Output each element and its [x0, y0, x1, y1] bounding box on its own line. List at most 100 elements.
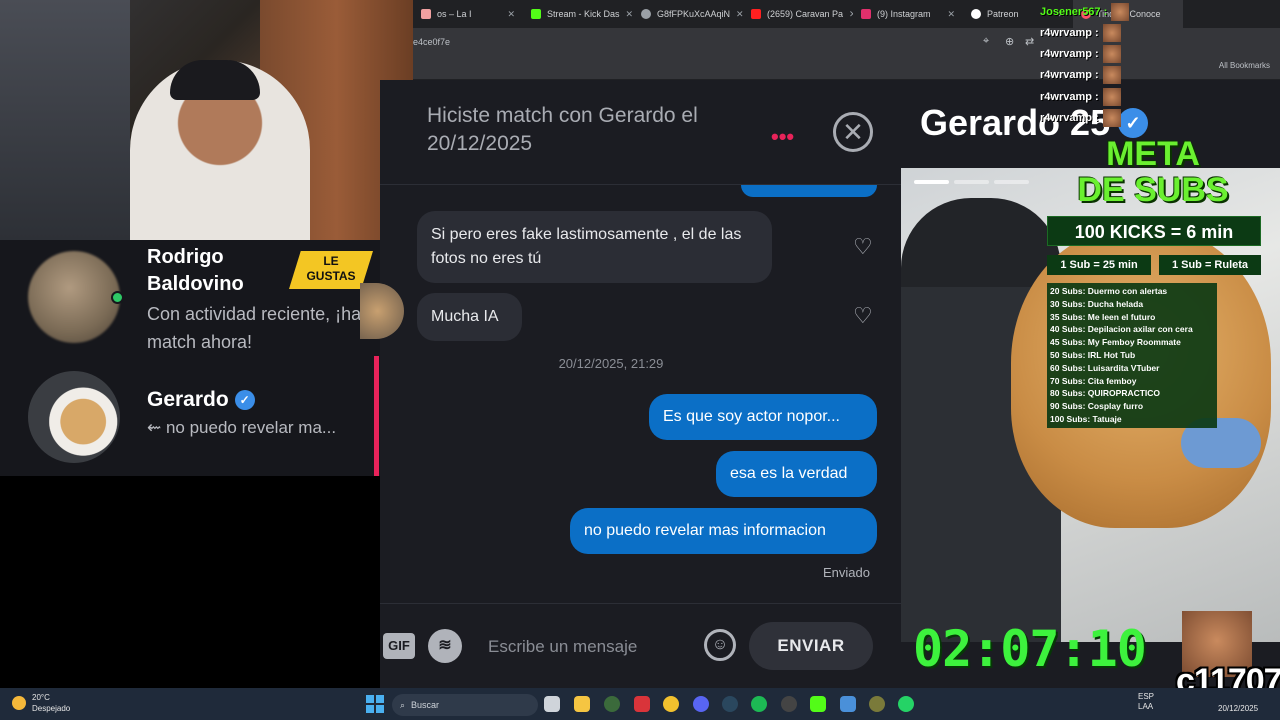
url-text: e4ce0f7e — [413, 37, 451, 47]
sub-goal-heading-line2: DE SUBS — [1077, 171, 1229, 209]
stream-chat-user: r4wrvamp : — [1040, 48, 1099, 60]
message-timestamp: 20/12/2025, 21:29 — [558, 356, 664, 371]
keyboard-layout: LAA — [1138, 702, 1154, 711]
app-icon[interactable] — [869, 696, 885, 712]
browser-tab[interactable]: Stream - Kick Das ✕ — [523, 0, 633, 28]
gif-button[interactable]: GIF — [383, 633, 415, 659]
emoji-icon[interactable]: ☺ — [704, 629, 736, 661]
match-name-gerardo-label: Gerardo — [147, 388, 229, 411]
stream-chat-user: r4wrvamp : — [1040, 27, 1099, 39]
close-chat-icon[interactable]: ✕ — [833, 112, 873, 152]
stream-chat-line: r4wrvamp : — [1040, 24, 1121, 42]
stream-chat-overlay: Josener567 : r4wrvamp : r4wrvamp : r4wrv… — [1040, 0, 1160, 130]
language-code: ESP — [1138, 692, 1155, 701]
active-conversation-indicator — [374, 356, 379, 476]
all-bookmarks-button[interactable]: All Bookmarks — [1219, 61, 1270, 70]
webcam-overlay — [0, 0, 413, 240]
zoom-icon[interactable]: ⊕ — [1005, 35, 1014, 48]
stream-chat-line: r4wrvamp : — [1040, 66, 1121, 84]
app-icon[interactable] — [634, 696, 650, 712]
file-explorer-icon[interactable] — [574, 696, 590, 712]
sub-goals-list: 20 Subs: Duermo con alertas 30 Subs: Duc… — [1047, 283, 1217, 428]
obs-icon[interactable] — [781, 696, 797, 712]
like-message-heart-icon[interactable]: ♡ — [853, 303, 873, 329]
spotify-icon[interactable]: ≋ — [428, 629, 462, 663]
sub-rate-roulette: 1 Sub = Ruleta — [1159, 255, 1261, 275]
more-options-icon[interactable]: ••• — [771, 124, 794, 150]
close-tab-icon[interactable]: ✕ — [947, 9, 955, 20]
weather-temp: 20°C — [32, 693, 50, 702]
message-input[interactable] — [488, 630, 688, 664]
search-icon: ⌕ — [400, 699, 406, 710]
steam-icon[interactable] — [722, 696, 738, 712]
close-tab-icon[interactable]: ✕ — [507, 9, 515, 20]
match-name-rodrigo[interactable]: Rodrigo Baldovino — [147, 244, 287, 298]
taskbar-date: 20/12/2025 — [1218, 704, 1259, 713]
chrome-icon[interactable] — [663, 696, 679, 712]
kick-icon[interactable] — [810, 696, 826, 712]
whatsapp-icon[interactable] — [898, 696, 914, 712]
stream-chat-user: r4wrvamp : — [1040, 112, 1099, 124]
stream-chat-line: r4wrvamp : — [1040, 88, 1121, 106]
sub-goal-item: 40 Subs: Depilacion axilar con cera — [1050, 324, 1193, 335]
stream-chat-user: Josener567 : — [1040, 6, 1108, 18]
taskbar-search[interactable]: ⌕ Buscar — [392, 694, 538, 716]
language-indicator[interactable]: ESP LAA — [1138, 692, 1154, 712]
browser-tab[interactable]: os – La I ✕ — [413, 0, 523, 28]
taskbar-clock[interactable]: 20/12/2025 — [1218, 692, 1258, 714]
stream-chat-line: Josener567 : — [1040, 3, 1130, 21]
likes-you-badge-label: LE GUSTAS — [306, 254, 356, 283]
sub-goal-item: 60 Subs: Luisardita VTuber — [1050, 362, 1160, 373]
avatar-rodrigo[interactable] — [28, 251, 120, 343]
tab-favicon-icon — [421, 9, 431, 19]
like-message-heart-icon[interactable]: ♡ — [853, 234, 873, 260]
sub-goal-heading-line1: META — [1106, 135, 1200, 173]
taskbar-search-label: Buscar — [411, 700, 440, 710]
kicks-rate: 100 KICKS = 6 min — [1047, 216, 1261, 246]
close-tab-icon[interactable]: ✕ — [736, 9, 743, 20]
avatar-gerardo[interactable] — [28, 371, 120, 463]
outgoing-message: esa es la verdad — [716, 451, 877, 497]
patreon-favicon-icon — [971, 9, 981, 19]
browser-tab[interactable]: (2659) Caravan Pa ✕ — [743, 0, 853, 28]
sub-goal-item: 90 Subs: Cosplay furro — [1050, 401, 1144, 412]
app-icon[interactable] — [840, 696, 856, 712]
sub-rate-time: 1 Sub = 25 min — [1047, 255, 1151, 275]
photo-progress-segment[interactable] — [954, 180, 989, 184]
sub-goal-heading: META DE SUBS — [1058, 136, 1248, 208]
app-icon[interactable] — [604, 696, 620, 712]
last-message-preview: ⇜ no puedo revelar ma... — [147, 418, 337, 437]
location-icon[interactable]: ⌖ — [983, 35, 989, 48]
sub-goal-item: 35 Subs: Me leen el futuro — [1050, 311, 1156, 322]
emote-icon — [1111, 3, 1130, 21]
incoming-message: Si pero eres fake lastimosamente , el de… — [417, 211, 772, 283]
previous-message-bubble — [741, 185, 877, 197]
browser-tab[interactable]: (9) Instagram ✕ — [853, 0, 963, 28]
emote-icon — [1102, 45, 1121, 63]
spotify-taskbar-icon[interactable] — [751, 696, 767, 712]
sub-goal-item: 80 Subs: QUIROPRACTICO — [1050, 388, 1161, 399]
incoming-message: Mucha IA — [417, 293, 522, 341]
discord-icon[interactable] — [693, 696, 709, 712]
emote-icon — [1102, 24, 1121, 42]
browser-tab[interactable]: G8fFPKuXcAAqiN ✕ — [633, 0, 743, 28]
sub-goal-item: 70 Subs: Cita femboy — [1050, 375, 1137, 386]
photo-progress-segment[interactable] — [994, 180, 1029, 184]
youtube-favicon-icon — [751, 9, 761, 19]
sub-goal-item: 45 Subs: My Femboy Roommate — [1050, 337, 1181, 348]
weather-widget[interactable]: 20°C Despejado — [12, 692, 70, 714]
translate-icon[interactable]: ⇄ — [1025, 35, 1034, 48]
emote-icon — [1102, 66, 1121, 84]
send-button[interactable]: ENVIAR — [749, 622, 873, 670]
close-tab-icon[interactable]: ✕ — [626, 9, 633, 20]
photo-progress-segment[interactable] — [914, 180, 949, 184]
match-name-gerardo[interactable]: Gerardo ✓ — [147, 388, 255, 412]
task-view-icon[interactable] — [544, 696, 560, 712]
windows-start-icon[interactable] — [366, 695, 384, 713]
outgoing-message: no puedo revelar mas informacion — [570, 508, 877, 554]
stream-chat-line: r4wrvamp : — [1040, 109, 1121, 127]
weather-desc: Despejado — [32, 704, 71, 713]
weather-sun-icon — [12, 696, 26, 710]
stream-chat-line: r4wrvamp : — [1040, 45, 1121, 63]
match-subtitle-rodrigo: Con actividad reciente, ¡haz match ahora… — [147, 304, 371, 352]
